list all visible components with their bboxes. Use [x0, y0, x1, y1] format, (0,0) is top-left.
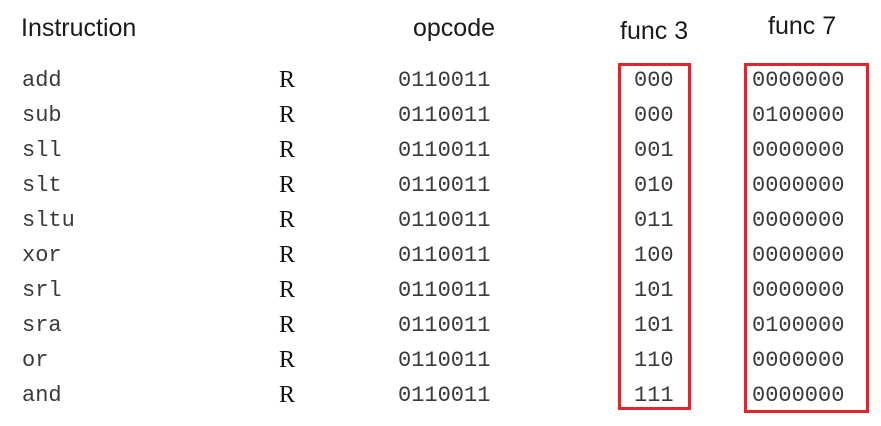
- header-opcode: opcode: [413, 14, 496, 42]
- opcode-value: 0110011: [398, 103, 491, 128]
- opcode-value: 0110011: [398, 278, 491, 303]
- opcode-value: 0110011: [398, 68, 491, 93]
- func3-highlight-box: [618, 63, 691, 410]
- header-instruction: Instruction: [21, 14, 137, 42]
- header-func3: func 3: [620, 17, 689, 45]
- header-func7: func 7: [768, 12, 837, 40]
- instruction-type: R: [279, 137, 296, 163]
- instruction-name: sra: [22, 313, 62, 338]
- instruction-type: R: [279, 242, 296, 268]
- instruction-name: sltu: [22, 208, 75, 233]
- instruction-name: add: [22, 68, 62, 93]
- instruction-type: R: [279, 382, 296, 408]
- instruction-type: R: [279, 67, 296, 93]
- instruction-type: R: [279, 312, 296, 338]
- opcode-value: 0110011: [398, 313, 491, 338]
- opcode-value: 0110011: [398, 243, 491, 268]
- opcode-value: 0110011: [398, 173, 491, 198]
- opcode-value: 0110011: [398, 208, 491, 233]
- instruction-name: or: [22, 348, 49, 373]
- opcode-value: 0110011: [398, 348, 491, 373]
- instruction-type: R: [279, 207, 296, 233]
- func7-highlight-box: [744, 63, 869, 413]
- instruction-name: and: [22, 383, 62, 408]
- instruction-type: R: [279, 102, 296, 128]
- opcode-value: 0110011: [398, 383, 491, 408]
- instruction-type: R: [279, 277, 296, 303]
- instruction-name: srl: [22, 278, 62, 303]
- instruction-type: R: [279, 347, 296, 373]
- opcode-value: 0110011: [398, 138, 491, 163]
- instruction-name: slt: [22, 173, 62, 198]
- instruction-name: sll: [22, 138, 62, 163]
- instruction-name: xor: [22, 243, 62, 268]
- instruction-type: R: [279, 172, 296, 198]
- instruction-name: sub: [22, 103, 62, 128]
